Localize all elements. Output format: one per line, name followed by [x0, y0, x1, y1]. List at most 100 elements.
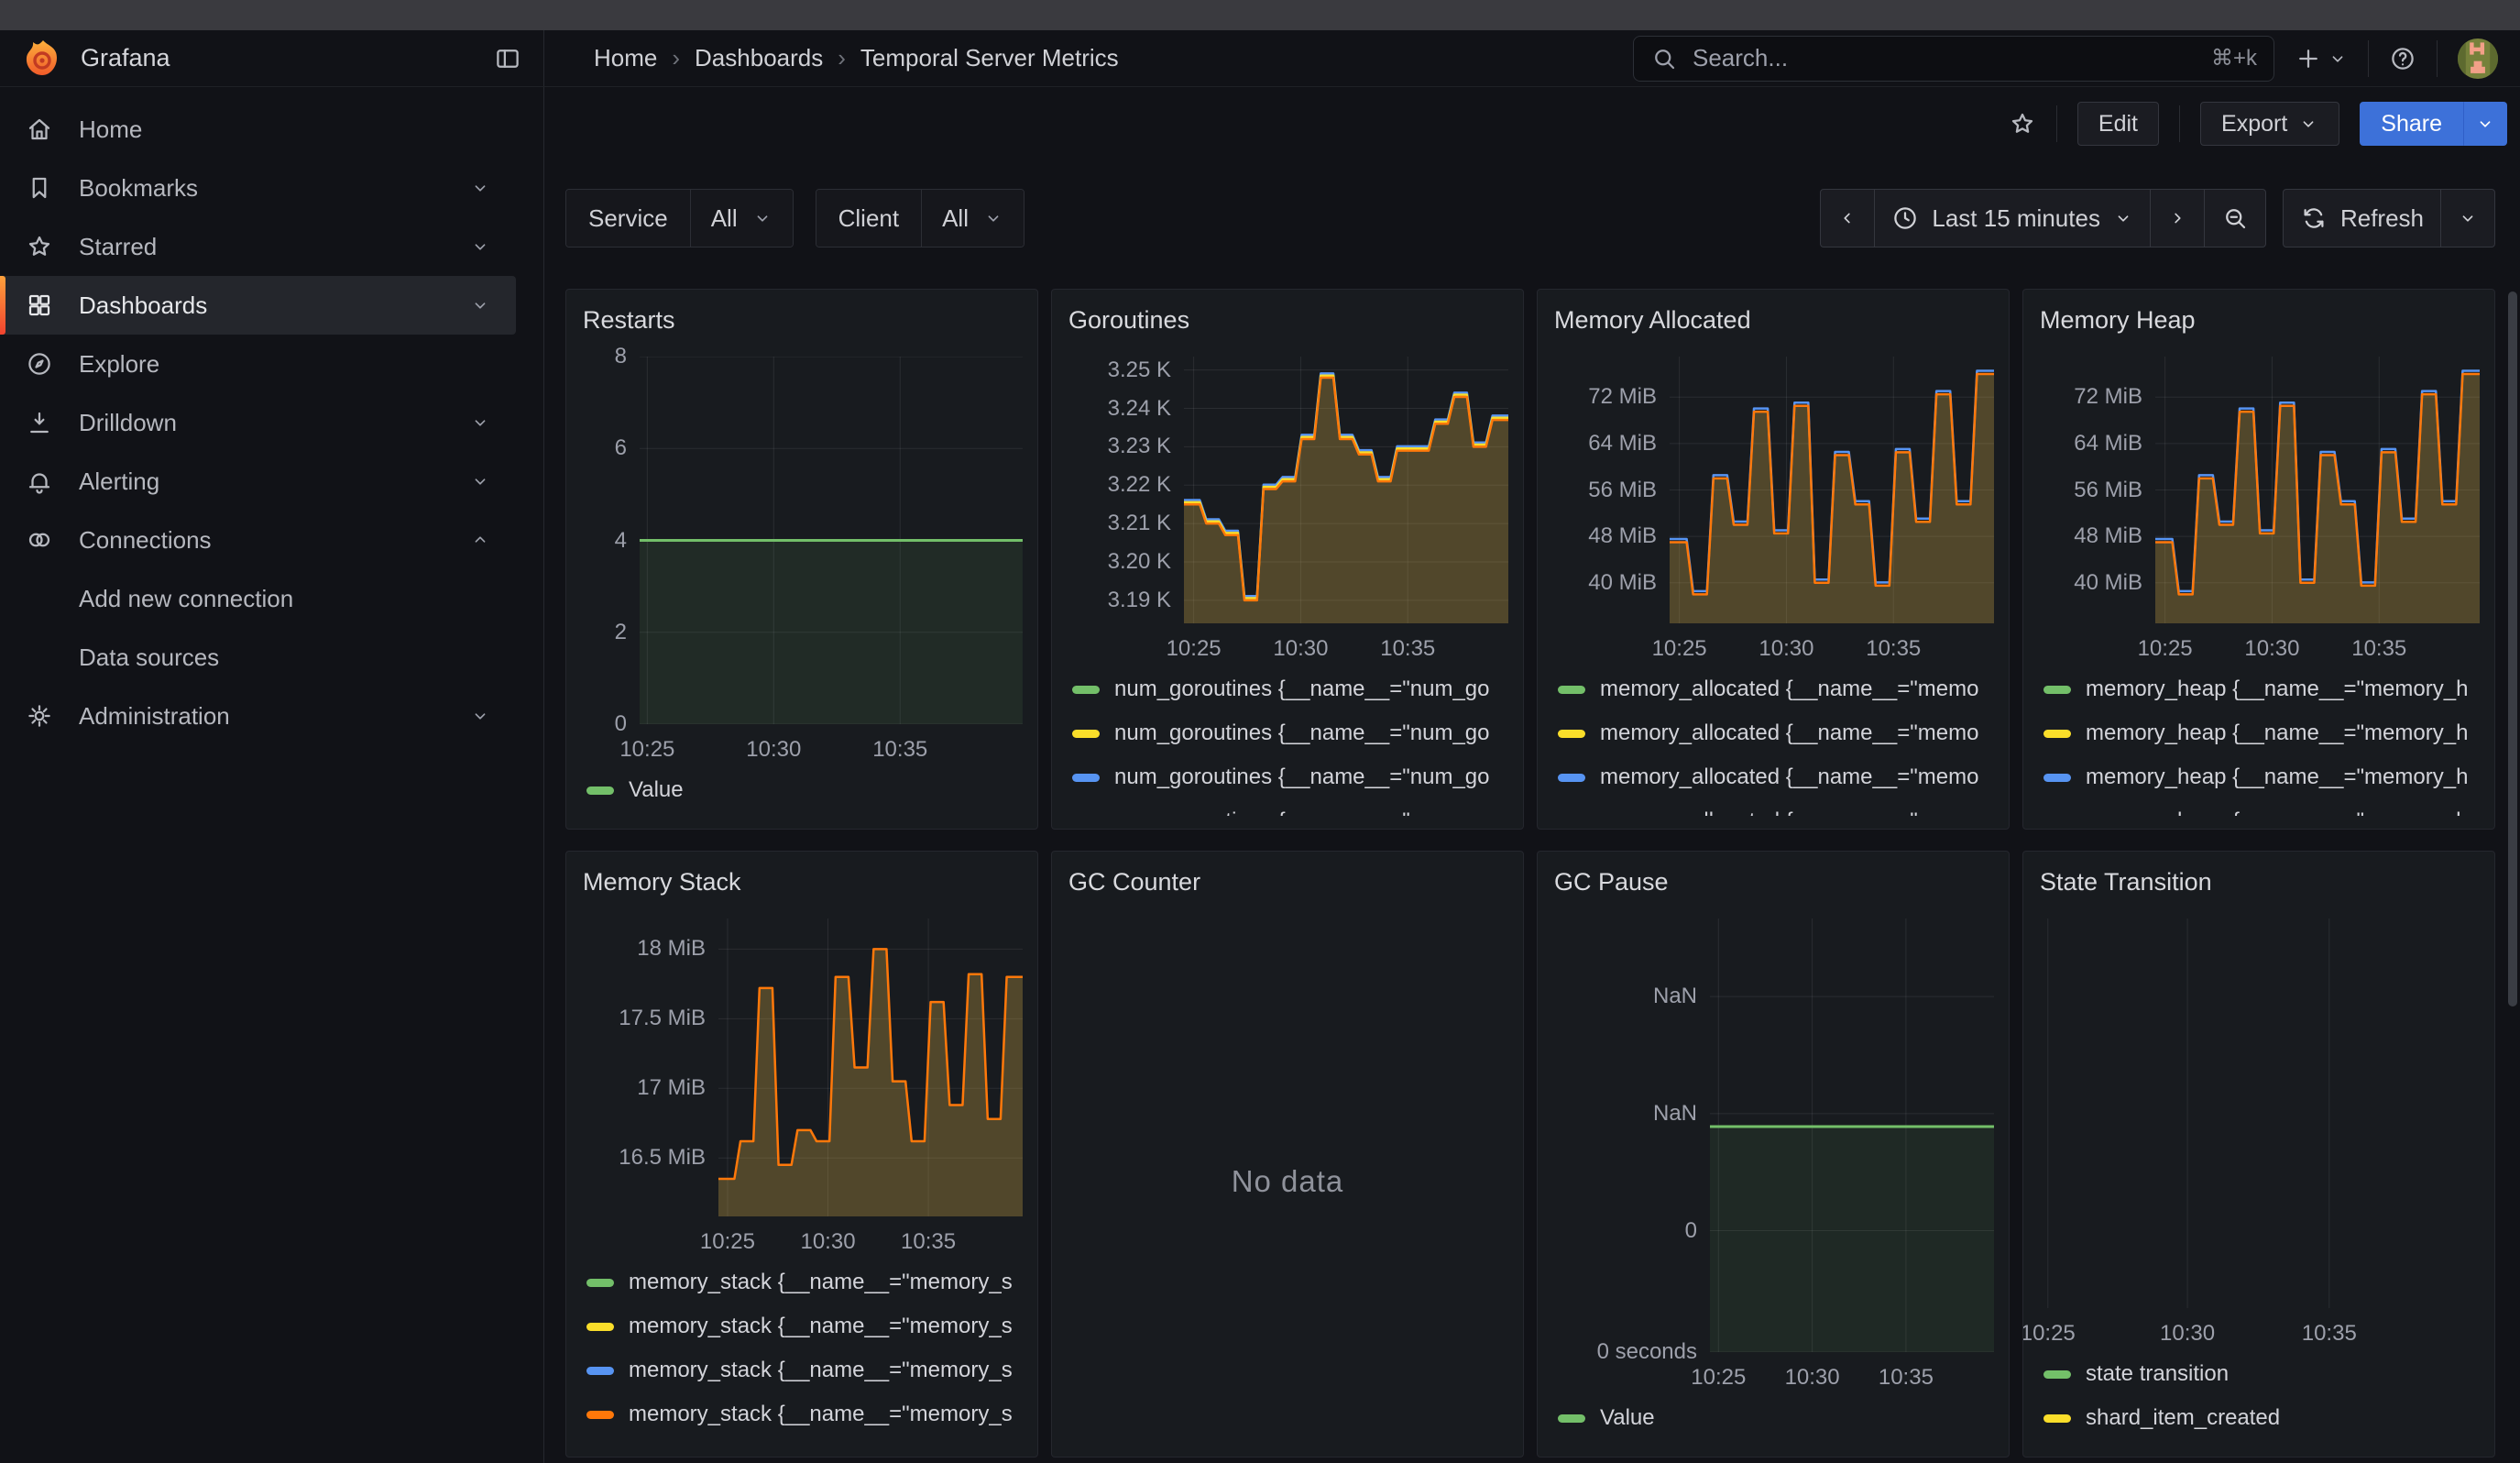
sidebar-item-starred[interactable]: Starred	[0, 217, 516, 276]
filter-service[interactable]: ServiceAll	[565, 189, 794, 248]
panel-title[interactable]: GC Counter	[1068, 868, 1507, 896]
plot[interactable]	[1670, 357, 1994, 623]
time-range-group: Last 15 minutes	[1820, 189, 2266, 248]
legend-item[interactable]: num_goroutines {__name__="num_go	[1072, 711, 1508, 755]
time-back-button[interactable]	[1821, 190, 1874, 247]
legend-item[interactable]: memory_stack {__name__="memory_s	[586, 1348, 1023, 1392]
panel-title[interactable]: Memory Allocated	[1554, 306, 1992, 335]
x-axis: 10:2510:3010:35	[2155, 629, 2480, 667]
legend-item[interactable]: memory_stack {__name__="memory_s	[586, 1304, 1023, 1348]
favorite-star-button[interactable]	[2009, 110, 2036, 138]
chart-area: 10:2510:3010:35state transitionshard_ite…	[2038, 918, 2480, 1444]
legend: Value	[1552, 1396, 1994, 1444]
legend-item[interactable]: memory_heap {__name__="memory_h	[2043, 755, 2480, 799]
sidebar-item-dashboards[interactable]: Dashboards	[0, 276, 516, 335]
refresh-button[interactable]: Refresh	[2284, 190, 2440, 247]
plus-icon	[2295, 45, 2322, 72]
chevron-up-icon	[470, 530, 490, 550]
panel-title[interactable]: Restarts	[583, 306, 1021, 335]
sidebar-item-add-new-connection[interactable]: Add new connection	[0, 569, 516, 628]
legend-item[interactable]: memory_allocated {__name__="memo	[1558, 667, 1994, 711]
sidebar-item-connections[interactable]: Connections	[0, 511, 516, 569]
scrollbar-thumb[interactable]	[2508, 292, 2517, 1006]
legend-item[interactable]: shard_item_created	[2043, 1396, 2480, 1440]
panel-title[interactable]: State Transition	[2040, 868, 2478, 896]
legend-item[interactable]: memory_allocated {__name__="memo	[1558, 711, 1994, 755]
legend-label: memory_allocated {__name__="memo	[1600, 676, 1978, 702]
time-forward-button[interactable]	[2150, 190, 2204, 247]
plot[interactable]	[718, 918, 1023, 1216]
time-range-picker[interactable]: Last 15 minutes	[1874, 190, 2150, 247]
search-icon	[1650, 45, 1678, 72]
chevron-down-icon	[470, 236, 490, 257]
sidebar-item-data-sources[interactable]: Data sources	[0, 628, 516, 687]
x-tick-label: 10:25	[2138, 636, 2193, 662]
legend-label: memory_heap {__name__="memory_h	[2086, 764, 2468, 790]
plot[interactable]	[2155, 357, 2480, 623]
share-button[interactable]: Share	[2360, 102, 2463, 146]
sidebar-toggle-button[interactable]	[494, 45, 521, 72]
filter-client[interactable]: ClientAll	[816, 189, 1024, 248]
search-input[interactable]: Search... ⌘+k	[1633, 36, 2274, 82]
y-tick-label: 17.5 MiB	[619, 1006, 706, 1031]
x-axis: 10:2510:3010:35	[1670, 629, 1994, 667]
legend-item[interactable]: memory_heap {__name__="memory_h	[2043, 799, 2480, 816]
avatar[interactable]	[2458, 38, 2498, 79]
plot[interactable]	[1710, 918, 1994, 1352]
legend-item[interactable]: memory_stack {__name__="memory_s	[586, 1260, 1023, 1304]
sidebar-item-administration[interactable]: Administration	[0, 687, 516, 745]
panel-title[interactable]: Memory Stack	[583, 868, 1021, 896]
y-tick-label: 3.23 K	[1108, 434, 1171, 459]
legend-series-dash	[586, 1367, 614, 1375]
legend-item[interactable]: Value	[1558, 1396, 1994, 1440]
legend-item[interactable]: num_goroutines {__name__="num_go	[1072, 667, 1508, 711]
legend-item[interactable]: memory_heap {__name__="memory_h	[2043, 667, 2480, 711]
add-button[interactable]	[2295, 45, 2348, 72]
sidebar-item-home[interactable]: Home	[0, 100, 516, 159]
sidebar-item-bookmarks[interactable]: Bookmarks	[0, 159, 516, 217]
legend-item[interactable]: memory_stack {__name__="memory_s	[586, 1392, 1023, 1436]
sidebar-item-label: Home	[79, 116, 142, 144]
legend-item[interactable]: Value	[586, 768, 1023, 812]
legend-item[interactable]: state transition	[2043, 1352, 2480, 1396]
filter-value-dropdown[interactable]: All	[690, 190, 793, 247]
grafana-logo[interactable]	[22, 38, 62, 79]
panel-title[interactable]: Goroutines	[1068, 306, 1507, 335]
legend-item[interactable]: memory_heap {__name__="memory_h	[2043, 711, 2480, 755]
zoom-out-button[interactable]	[2204, 190, 2265, 247]
legend-item[interactable]: num_goroutines {__name__="num_go	[1072, 799, 1508, 816]
question-icon	[2389, 45, 2416, 72]
breadcrumb-item-dashboards[interactable]: Dashboards	[695, 44, 823, 72]
legend-item[interactable]: memory_allocated {__name__="memo	[1558, 755, 1994, 799]
sidebar-item-label: Data sources	[79, 644, 219, 672]
legend-item[interactable]: memory_allocated {__name__="memo	[1558, 799, 1994, 816]
panel-title[interactable]: GC Pause	[1554, 868, 1992, 896]
x-tick-label: 10:35	[901, 1229, 956, 1255]
legend-series-dash	[1072, 686, 1100, 694]
export-button[interactable]: Export	[2200, 102, 2339, 146]
legend-series-dash	[1558, 774, 1585, 782]
breadcrumb-separator: ›	[838, 44, 846, 72]
filter-value-dropdown[interactable]: All	[921, 190, 1024, 247]
plot[interactable]	[1184, 357, 1508, 623]
panel-title[interactable]: Memory Heap	[2040, 306, 2478, 335]
chevron-down-icon	[752, 208, 772, 228]
breadcrumb-item-home[interactable]: Home	[594, 44, 657, 72]
edit-button[interactable]: Edit	[2077, 102, 2159, 146]
plot[interactable]	[640, 357, 1023, 724]
chevron-down-icon	[2328, 49, 2348, 69]
sidebar-item-explore[interactable]: Explore	[0, 335, 516, 393]
legend: Value	[581, 768, 1023, 816]
help-button[interactable]	[2389, 45, 2416, 72]
refresh-interval-button[interactable]	[2440, 190, 2494, 247]
legend-series-dash	[2043, 774, 2071, 782]
legend-item[interactable]: num_goroutines {__name__="num_go	[1072, 755, 1508, 799]
window-titlebar	[0, 0, 2520, 30]
sidebar-item-drilldown[interactable]: Drilldown	[0, 393, 516, 452]
legend: state transitionshard_item_created	[2038, 1352, 2480, 1444]
plot[interactable]	[2043, 918, 2480, 1308]
share-menu-button[interactable]	[2463, 102, 2507, 146]
breadcrumb-item-temporal-server-metrics[interactable]: Temporal Server Metrics	[860, 44, 1119, 72]
breadcrumb: Home›Dashboards›Temporal Server Metrics	[594, 44, 1119, 72]
sidebar-item-alerting[interactable]: Alerting	[0, 452, 516, 511]
